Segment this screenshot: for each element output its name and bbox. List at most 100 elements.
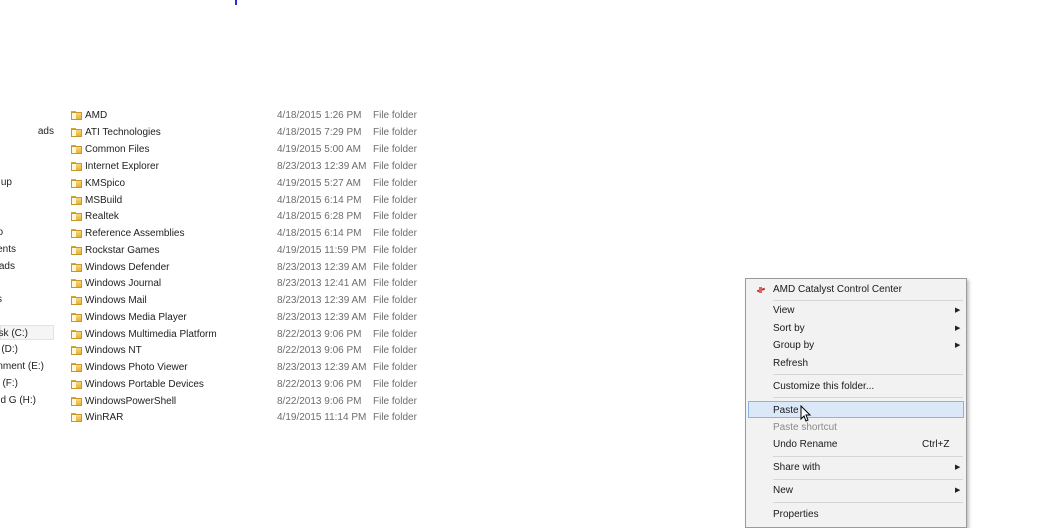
folder-icon: [71, 246, 82, 255]
nav-item-videos[interactable]: s: [0, 292, 56, 307]
file-row[interactable]: Windows Portable Devices 8/22/2013 9:06 P…: [68, 376, 428, 393]
menu-item-view[interactable]: View ▶: [748, 302, 964, 319]
file-row[interactable]: ATI Technologies 4/18/2015 7:29 PM File fo…: [68, 124, 428, 141]
nav-item-local-disk-c[interactable]: isk (C:): [0, 325, 54, 340]
file-name: Windows Portable Devices: [85, 379, 204, 390]
file-name: Windows Journal: [85, 278, 162, 289]
folder-icon: [71, 346, 82, 355]
nav-item-downloads-2[interactable]: ads: [0, 259, 56, 274]
file-date: 4/19/2015 5:00 AM: [277, 144, 361, 155]
file-name: Reference Assemblies: [85, 228, 185, 239]
file-row[interactable]: Windows Journal 8/23/2013 12:41 AM File fo…: [68, 275, 428, 292]
menu-item-label: Undo Rename: [773, 439, 838, 450]
folder-icon: [71, 263, 82, 272]
folder-icon: [71, 162, 82, 171]
file-date: 8/22/2013 9:06 PM: [277, 345, 362, 356]
file-type: File folder: [373, 379, 417, 390]
file-date: 4/19/2015 11:59 PM: [277, 245, 367, 256]
nav-item-label: d G (H:): [0, 395, 36, 406]
file-row[interactable]: Rockstar Games 4/19/2015 11:59 PM File fol…: [68, 242, 428, 259]
file-row[interactable]: Windows NT 8/22/2013 9:06 PM File folder: [68, 342, 428, 359]
menu-separator: [773, 479, 963, 480]
menu-item-paste-shortcut[interactable]: Paste shortcut: [748, 419, 964, 436]
menu-item-new[interactable]: New ▶: [748, 482, 964, 499]
menu-separator: [773, 456, 963, 457]
file-row[interactable]: Windows Multimedia Platform 8/22/2013 9:0…: [68, 326, 428, 343]
nav-item-downloads[interactable]: ads: [0, 124, 56, 139]
file-row[interactable]: Internet Explorer 8/23/2013 12:39 AM File …: [68, 158, 428, 175]
file-row[interactable]: WinRAR 4/19/2015 11:14 PM File folder: [68, 409, 428, 426]
file-date: 4/19/2015 11:14 PM: [277, 412, 367, 423]
file-date: 8/23/2013 12:41 AM: [277, 278, 367, 289]
nav-item-drive-h[interactable]: d G (H:): [0, 393, 56, 408]
file-type: File folder: [373, 245, 417, 256]
menu-item-share-with[interactable]: Share with ▶: [748, 459, 964, 476]
menu-item-sort-by[interactable]: Sort by ▶: [748, 320, 964, 337]
nav-item-drive-d[interactable]: (D:): [0, 342, 56, 357]
folder-icon: [71, 363, 82, 372]
file-date: 4/18/2015 1:26 PM: [277, 110, 362, 121]
file-name: MSBuild: [85, 195, 123, 206]
file-row[interactable]: Windows Defender 8/23/2013 12:39 AM File f…: [68, 259, 428, 276]
nav-item-desktop[interactable]: o: [0, 225, 56, 240]
menu-item-refresh[interactable]: Refresh: [748, 355, 964, 372]
file-row[interactable]: AMD 4/18/2015 1:26 PM File folder: [68, 108, 428, 124]
submenu-arrow-icon: ▶: [955, 307, 961, 314]
file-date: 8/22/2013 9:06 PM: [277, 379, 362, 390]
file-row[interactable]: KMSpico 4/19/2015 5:27 AM File folder: [68, 175, 428, 192]
file-row[interactable]: Windows Photo Viewer 8/23/2013 12:39 AM Fi…: [68, 359, 428, 376]
nav-item-label: s: [0, 292, 2, 307]
file-date: 8/22/2013 9:06 PM: [277, 396, 362, 407]
folder-icon: [71, 128, 82, 137]
nav-item-drive-f[interactable]: s (F:): [0, 376, 56, 391]
menu-item-group-by[interactable]: Group by ▶: [748, 337, 964, 354]
file-name: Realtek: [85, 211, 119, 222]
file-type: File folder: [373, 295, 417, 306]
file-type: File folder: [373, 161, 417, 172]
file-type: File folder: [373, 312, 417, 323]
menu-separator: [773, 374, 963, 375]
file-row[interactable]: Reference Assemblies 4/18/2015 6:14 PM Fil…: [68, 225, 428, 242]
nav-item-documents[interactable]: ents: [0, 242, 56, 257]
folder-icon: [71, 279, 82, 288]
file-name: Rockstar Games: [85, 245, 160, 256]
nav-item-label: up: [0, 177, 12, 188]
file-row[interactable]: Windows Media Player 8/23/2013 12:39 AM Fi…: [68, 309, 428, 326]
nav-item-label: ents: [0, 244, 16, 255]
file-name: Windows Multimedia Platform: [85, 329, 217, 340]
file-row[interactable]: Common Files 4/19/2015 5:00 AM File folder: [68, 141, 428, 158]
file-row[interactable]: WindowsPowerShell 8/22/2013 9:06 PM File f…: [68, 393, 428, 410]
file-row[interactable]: Windows Mail 8/23/2013 12:39 AM File folde…: [68, 292, 428, 309]
file-date: 4/19/2015 5:27 AM: [277, 178, 361, 189]
file-row[interactable]: Realtek 4/18/2015 6:28 PM File folder: [68, 208, 428, 225]
file-type: File folder: [373, 412, 417, 423]
menu-item-customize-folder[interactable]: Customize this folder...: [748, 378, 964, 395]
menu-item-undo-rename[interactable]: Undo Rename Ctrl+Z: [748, 436, 964, 453]
amd-catalyst-icon: [756, 286, 766, 294]
nav-item-label: (D:): [1, 344, 18, 355]
folder-icon: [71, 313, 82, 322]
folder-icon: [71, 145, 82, 154]
file-name: Windows NT: [85, 345, 142, 356]
menu-item-label: New: [773, 485, 794, 496]
menu-item-label: Customize this folder...: [773, 381, 875, 392]
menu-item-label: View: [773, 305, 795, 316]
file-name: Windows Mail: [85, 295, 147, 306]
nav-item-label: isk (C:): [0, 328, 28, 339]
file-row[interactable]: MSBuild 4/18/2015 6:14 PM File folder: [68, 192, 428, 209]
file-date: 8/23/2013 12:39 AM: [277, 161, 367, 172]
menu-separator: [773, 300, 963, 301]
menu-item-properties[interactable]: Properties: [748, 506, 964, 523]
nav-item-homegroup[interactable]: up: [0, 175, 56, 190]
menu-separator: [773, 397, 963, 398]
menu-item-amd-catalyst[interactable]: AMD Catalyst Control Center: [748, 281, 964, 298]
file-type: File folder: [373, 329, 417, 340]
folder-icon: [71, 380, 82, 389]
menu-item-paste[interactable]: Paste: [748, 401, 964, 418]
menu-item-label: Group by: [773, 340, 815, 351]
file-list: AMD 4/18/2015 1:26 PM File folder ATI Tech…: [68, 108, 428, 438]
nav-item-drive-e[interactable]: nment (E:): [0, 359, 56, 374]
file-date: 4/18/2015 6:14 PM: [277, 195, 362, 206]
text-caret: [235, 0, 237, 5]
folder-icon: [71, 229, 82, 238]
